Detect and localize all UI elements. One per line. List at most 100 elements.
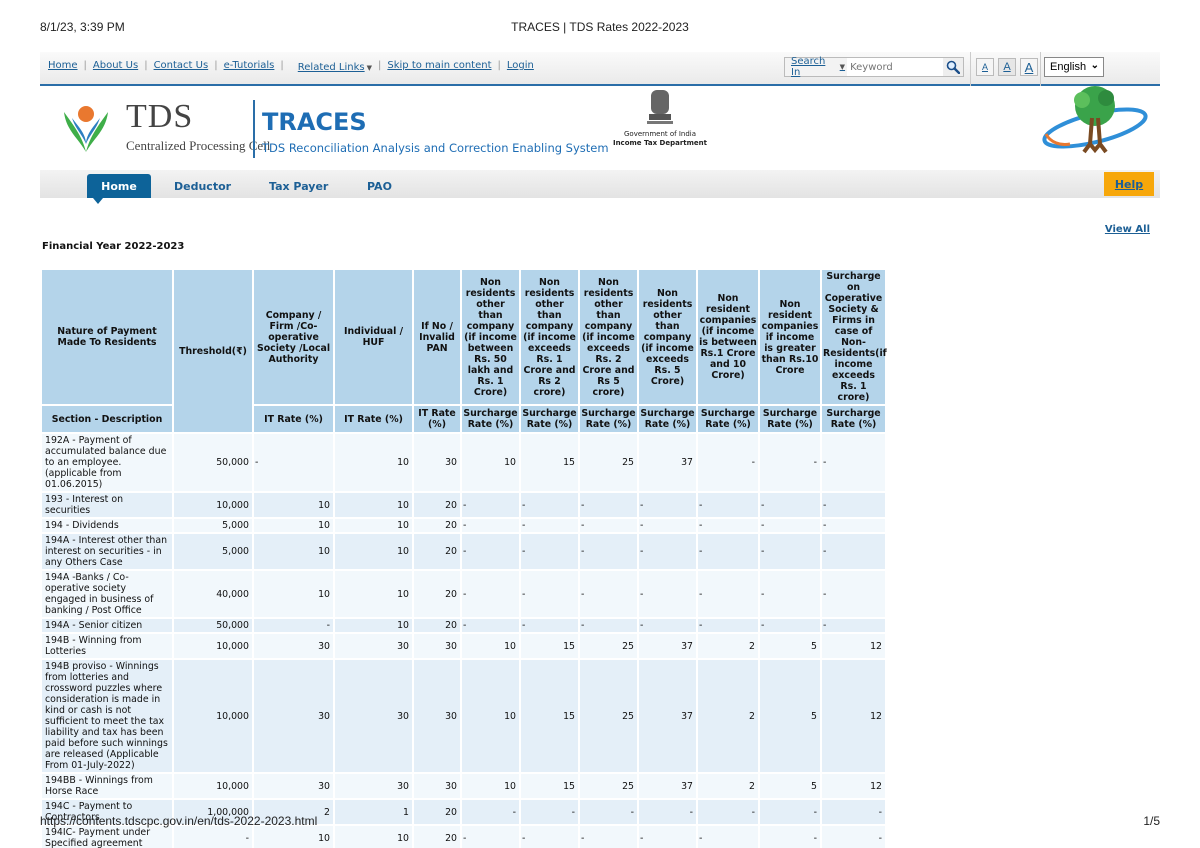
threshold-value: 10,000 — [174, 634, 252, 658]
language-select[interactable]: English ⌄ — [1044, 57, 1104, 77]
related-links-label[interactable]: Related Links — [298, 62, 365, 73]
link-separator: | — [144, 60, 148, 71]
rate-cell: 30 — [414, 434, 460, 491]
header-invalid-pan: If No / Invalid PAN — [414, 270, 460, 404]
section-description: 194B proviso - Winnings from lotteries a… — [42, 660, 172, 772]
rate-cell: 5 — [760, 634, 820, 658]
rate-cell: - — [698, 434, 758, 491]
help-button[interactable]: Help — [1104, 172, 1154, 196]
table-row: 194A -Banks / Co-operative society engag… — [42, 571, 885, 617]
rate-cell: 15 — [521, 774, 578, 798]
rate-cell: - — [580, 519, 637, 532]
subheader-rate: Surcharge Rate (%) — [698, 406, 758, 432]
rate-cell: 10 — [335, 519, 412, 532]
rate-cell: - — [521, 493, 578, 517]
font-size-small-button[interactable]: A — [976, 58, 994, 76]
rate-cell: 15 — [521, 434, 578, 491]
main-nav: Home Deductor Tax Payer PAO Help — [40, 170, 1160, 204]
rate-cell: 10 — [335, 493, 412, 517]
threshold-value: 5,000 — [174, 534, 252, 569]
font-size-large-button[interactable]: A — [1020, 58, 1038, 76]
table-row: 194A - Interest other than interest on s… — [42, 534, 885, 569]
related-links-dropdown[interactable]: Related Links ▼ — [298, 62, 372, 73]
rate-cell: 2 — [698, 660, 758, 772]
top-links: Home | About Us | Contact Us | e-Tutoria… — [48, 60, 534, 73]
chevron-down-icon: ⌄ — [1090, 60, 1099, 71]
rate-cell: 10 — [254, 493, 333, 517]
skip-to-main-link[interactable]: Skip to main content — [387, 60, 491, 71]
rate-cell: 20 — [414, 571, 460, 617]
nav-tab-tax-payer[interactable]: Tax Payer — [269, 174, 328, 198]
rate-cell: - — [760, 493, 820, 517]
rate-cell: 5 — [760, 660, 820, 772]
subheader-rate: Surcharge Rate (%) — [521, 406, 578, 432]
caret-down-icon: ▼ — [366, 64, 373, 72]
rate-cell: - — [580, 571, 637, 617]
rate-cell: - — [760, 534, 820, 569]
subheader-rate: Surcharge Rate (%) — [639, 406, 696, 432]
link-separator: | — [497, 60, 501, 71]
nav-tab-deductor[interactable]: Deductor — [174, 174, 231, 198]
search-in-dropdown[interactable]: Search In ▼ — [785, 56, 848, 78]
subheader-rate: Surcharge Rate (%) — [580, 406, 637, 432]
rate-cell: 10 — [335, 571, 412, 617]
subheader-rate: Surcharge Rate (%) — [462, 406, 519, 432]
section-description: 194B - Winning from Lotteries — [42, 634, 172, 658]
rate-cell: - — [521, 619, 578, 632]
subheader-section: Section - Description — [42, 406, 172, 432]
top-link-contact-us[interactable]: Contact Us — [154, 60, 209, 71]
section-description: 193 - Interest on securities — [42, 493, 172, 517]
header-row-sub: Section - Description IT Rate (%) IT Rat… — [42, 406, 885, 432]
caret-down-icon: ▼ — [839, 63, 846, 71]
rate-cell: - — [760, 571, 820, 617]
top-link-e-tutorials[interactable]: e-Tutorials — [224, 60, 275, 71]
rate-cell: - — [639, 619, 696, 632]
divider — [970, 52, 971, 86]
header-company: Company / Firm /Co-operative Society /Lo… — [254, 270, 333, 404]
search-button[interactable] — [943, 58, 963, 76]
utility-bar: Home | About Us | Contact Us | e-Tutoria… — [40, 52, 1160, 86]
language-value: English — [1050, 61, 1087, 73]
traces-title: TRACES — [262, 108, 367, 136]
subheader-rate: IT Rate (%) — [254, 406, 333, 432]
threshold-value: 10,000 — [174, 774, 252, 798]
nav-tab-home[interactable]: Home — [87, 174, 151, 204]
login-link[interactable]: Login — [507, 60, 534, 71]
section-description: 194 - Dividends — [42, 519, 172, 532]
rate-cell: - — [822, 534, 885, 569]
top-link-about-us[interactable]: About Us — [93, 60, 138, 71]
rate-cell: - — [698, 493, 758, 517]
rate-cell: 30 — [414, 774, 460, 798]
tree-logo-icon — [1042, 86, 1148, 154]
rate-cell: - — [462, 519, 519, 532]
government-emblem: Government of India Income Tax Departmen… — [612, 88, 708, 158]
header-nrc-10cr: Non resident companies if income is grea… — [760, 270, 820, 404]
rate-cell: 12 — [822, 634, 885, 658]
rate-cell: 25 — [580, 660, 637, 772]
view-all-link[interactable]: View All — [1105, 224, 1150, 235]
rate-cell: 30 — [335, 634, 412, 658]
rate-cell: - — [760, 434, 820, 491]
font-size-medium-button[interactable]: A — [998, 58, 1016, 76]
rate-cell: 5 — [760, 774, 820, 798]
threshold-value: 50,000 — [174, 434, 252, 491]
rate-cell: - — [639, 571, 696, 617]
top-link-home[interactable]: Home — [48, 60, 78, 71]
rate-cell: - — [254, 434, 333, 491]
header-row-top: Nature of Payment Made To Residents Thre… — [42, 270, 887, 432]
table-row: 194B proviso - Winnings from lotteries a… — [42, 660, 885, 772]
rate-cell: 20 — [414, 519, 460, 532]
print-page-number: 1/5 — [1143, 814, 1160, 828]
rate-cell: 25 — [580, 434, 637, 491]
nav-tab-pao[interactable]: PAO — [367, 174, 392, 198]
rate-cell: - — [639, 493, 696, 517]
threshold-value: 10,000 — [174, 493, 252, 517]
tds-logo-text: TDS — [126, 98, 194, 135]
tds-rates-table: Nature of Payment Made To Residents Thre… — [40, 268, 887, 848]
rate-cell: - — [822, 519, 885, 532]
search-input[interactable] — [847, 58, 944, 76]
rate-cell: 20 — [414, 619, 460, 632]
rate-cell: 10 — [335, 534, 412, 569]
header-nr-5cr: Non residents other than company (if inc… — [639, 270, 696, 404]
rate-cell: 30 — [254, 634, 333, 658]
